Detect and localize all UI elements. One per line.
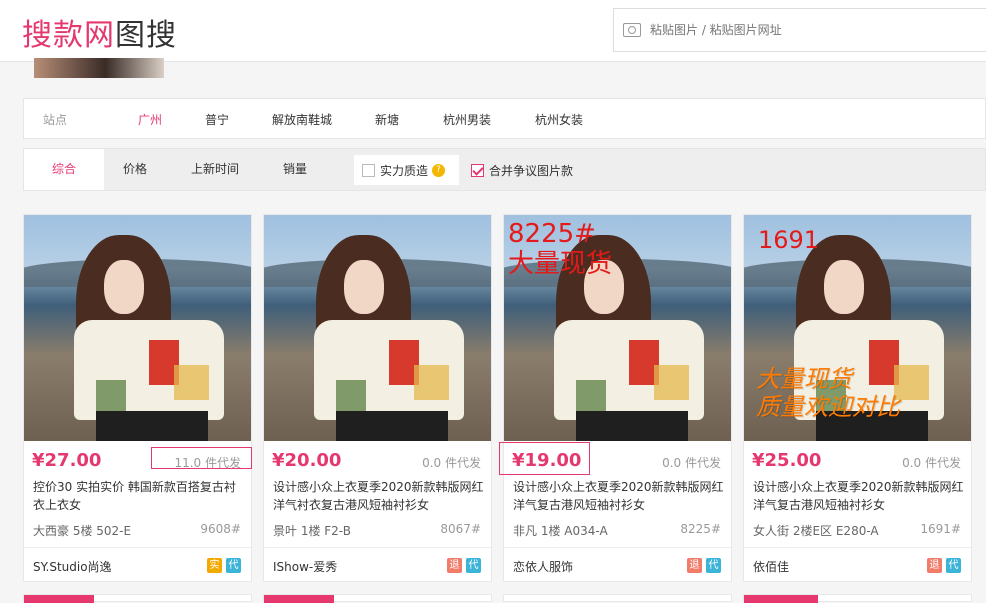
return-badge: 退 [687, 558, 702, 573]
tab-sales[interactable]: 销量 [264, 149, 326, 190]
product-price: ¥27.00 [32, 450, 102, 471]
product-photo[interactable]: 1691 大量现货 质量欢迎对比 [744, 215, 971, 441]
image-overlay-slogan: 大量现货 质量欢迎对比 [756, 365, 900, 421]
site-item-puning[interactable]: 普宁 [205, 111, 229, 128]
logo-suffix: 图搜 [115, 18, 177, 53]
product-title[interactable]: 设计感小众上衣夏季2020新款韩版网红洋气复古港风短袖衬衫女 [513, 478, 725, 514]
stall-location: 非凡 1楼 A034-A [513, 524, 608, 538]
sort-bar: 综合 价格 上新时间 销量 实力质造 ? 合并争议图片款 [23, 148, 986, 191]
product-photo[interactable]: 8225# 大量现货 [504, 215, 731, 441]
product-title[interactable]: 控价30 实拍实价 韩国新款百搭复古衬衣上衣女 [33, 478, 245, 514]
site-item-guangzhou[interactable]: 广州 [138, 111, 162, 128]
product-card-partial[interactable] [503, 594, 732, 602]
product-card-partial[interactable] [743, 594, 972, 603]
filter-quality[interactable]: 实力质造 ? [354, 155, 459, 185]
site-item-hangzhou-men[interactable]: 杭州男装 [443, 111, 491, 128]
stall-location: 女人街 2楼E区 E280-A [753, 524, 879, 538]
shop-name[interactable]: 恋依人服饰 [513, 558, 573, 575]
product-photo[interactable] [24, 215, 251, 441]
product-card[interactable]: ¥20.00 0.0 件代发 设计感小众上衣夏季2020新款韩版网红洋气衬衣复古… [263, 214, 492, 582]
filter-merge-disputed[interactable]: 合并争议图片款 [471, 155, 573, 185]
filter-quality-label: 实力质造 [380, 163, 429, 178]
divider [264, 547, 491, 548]
tab-new-arrival[interactable]: 上新时间 [166, 149, 264, 190]
product-title[interactable]: 设计感小众上衣夏季2020新款韩版网红洋气衬衣复古港风短袖衬衫女 [273, 478, 485, 514]
dropship-badge: 代 [706, 558, 721, 573]
divider [504, 547, 731, 548]
image-overlay-text: 8225# 大量现货 [508, 219, 613, 279]
dropship-count: 0.0 件代发 [902, 456, 961, 470]
shop-name[interactable]: IShow-爱秀 [273, 558, 337, 575]
product-card-partial[interactable] [263, 594, 492, 603]
shop-name[interactable]: SY.Studio尚逸 [33, 558, 112, 575]
item-code: 1691# [920, 522, 961, 536]
item-code: 8067# [440, 522, 481, 536]
image-search-box[interactable] [613, 8, 986, 52]
item-code: 8225# [680, 522, 721, 536]
product-price: ¥25.00 [752, 450, 822, 471]
image-overlay-text: 1691 [758, 226, 820, 254]
product-card[interactable]: 8225# 大量现货 ¥19.00 0.0 件代发 设计感小众上衣夏季2020新… [499, 214, 732, 582]
product-photo[interactable] [264, 215, 491, 441]
divider [24, 547, 251, 548]
site-logo[interactable]: 搜款网图搜 [22, 10, 177, 54]
return-badge: 退 [447, 558, 462, 573]
return-badge: 退 [927, 558, 942, 573]
site-filter-bar: 站点 广州 普宁 解放南鞋城 新塘 杭州男装 杭州女装 [23, 98, 986, 139]
dropship-badge: 代 [946, 558, 961, 573]
site-item-jiefangnan[interactable]: 解放南鞋城 [272, 111, 332, 128]
product-card-partial[interactable] [23, 594, 252, 603]
logo-brand: 搜款网 [22, 18, 115, 53]
dropship-badge: 代 [226, 558, 241, 573]
stall-location: 景叶 1楼 F2-B [273, 524, 351, 538]
tab-overall[interactable]: 综合 [24, 149, 104, 190]
dropship-count: 0.0 件代发 [662, 456, 721, 470]
item-code: 9608# [200, 522, 241, 536]
dropship-count: 11.0 件代发 [174, 456, 241, 470]
filter-merge-label: 合并争议图片款 [489, 163, 574, 178]
dropship-count: 0.0 件代发 [422, 456, 481, 470]
camera-icon[interactable] [623, 23, 641, 37]
site-filter-label: 站点 [43, 113, 68, 127]
product-price: ¥19.00 [512, 450, 582, 471]
product-title[interactable]: 设计感小众上衣夏季2020新款韩版网红洋气复古港风短袖衬衫女 [753, 478, 965, 514]
banner-thumbnail [34, 58, 164, 78]
tab-price[interactable]: 价格 [104, 149, 166, 190]
top-bar: 搜款网图搜 [0, 0, 986, 62]
stall-location: 大西豪 5楼 502-E [33, 524, 132, 538]
dropship-badge: 代 [466, 558, 481, 573]
product-card[interactable]: ¥27.00 11.0 件代发 控价30 实拍实价 韩国新款百搭复古衬衣上衣女 … [23, 214, 252, 582]
help-icon[interactable]: ? [432, 163, 446, 177]
product-card[interactable]: 1691 大量现货 质量欢迎对比 ¥25.00 0.0 件代发 设计感小众上衣夏… [743, 214, 972, 582]
verified-badge: 实 [207, 558, 222, 573]
divider [744, 547, 971, 548]
site-item-hangzhou-women[interactable]: 杭州女装 [535, 111, 583, 128]
checkbox-icon[interactable] [362, 163, 375, 177]
site-item-xintang[interactable]: 新塘 [375, 111, 399, 128]
shop-name[interactable]: 依佰佳 [753, 558, 789, 575]
product-price: ¥20.00 [272, 450, 342, 471]
checkbox-checked-icon[interactable] [471, 163, 484, 177]
search-input[interactable] [650, 23, 950, 37]
